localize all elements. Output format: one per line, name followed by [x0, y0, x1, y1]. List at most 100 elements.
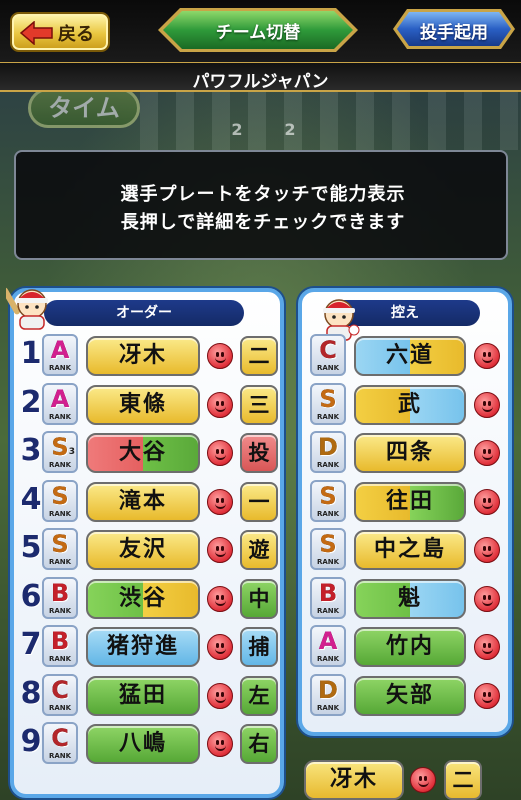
player-name: 矢部	[385, 682, 434, 708]
player-plate[interactable]: 滝本	[86, 481, 200, 522]
condition-face-icon	[207, 488, 233, 515]
rank-letter: S	[51, 481, 69, 510]
rank-label: RANK	[316, 412, 340, 421]
rank-letter: S	[319, 481, 337, 510]
score-left: 2	[231, 120, 243, 139]
rank-badge: D RANK	[310, 673, 346, 716]
player-plate[interactable]: 大谷	[86, 433, 200, 473]
rank-label: RANK	[316, 364, 340, 372]
condition-face-icon	[474, 537, 500, 563]
rank-badge: S RANK	[310, 382, 346, 425]
condition-face-icon	[474, 488, 500, 515]
team-switch-label: チーム切替	[215, 23, 301, 43]
rank-label: RANK	[48, 703, 72, 712]
batting-order-number: 6	[20, 578, 42, 614]
player-name: 四条	[385, 440, 434, 465]
player-plate[interactable]: 友沢	[86, 530, 200, 570]
player-name: 中之島	[373, 537, 446, 562]
condition-face-icon	[207, 537, 233, 563]
player-plate[interactable]: 八嶋	[86, 724, 200, 764]
fielding-position[interactable]: 左	[240, 675, 278, 716]
player-plate[interactable]: 渋谷	[86, 578, 200, 619]
fielding-position[interactable]: 遊	[240, 530, 278, 570]
rank-letter: C	[51, 724, 69, 752]
player-name: 竹内	[385, 634, 434, 659]
stadium-stands	[140, 92, 520, 150]
rank-label: RANK	[48, 558, 72, 566]
player-plate[interactable]: 猛田	[86, 675, 200, 716]
player-plate[interactable]: 猪狩進	[86, 627, 200, 667]
player-plate[interactable]: 東條	[86, 384, 200, 425]
fielding-position[interactable]: 投	[240, 433, 278, 473]
rank-badge: C RANK	[42, 673, 78, 716]
rank-label: RANK	[48, 364, 72, 372]
pitcher-change-label: 投手起用	[420, 23, 488, 43]
fielding-position[interactable]: 三	[240, 384, 278, 425]
player-name: 滝本	[118, 488, 167, 514]
rank-label: RANK	[48, 412, 72, 421]
rank-badge: A RANK	[310, 625, 346, 667]
player-name: 冴木	[118, 343, 167, 368]
batting-order-number: 8	[20, 675, 42, 711]
fielding-position[interactable]: 二	[240, 336, 278, 376]
rank-label: RANK	[48, 655, 72, 663]
rank-badge: S RANK	[310, 479, 346, 522]
player-name: 六道	[385, 343, 434, 368]
rank-badge: S RANK	[310, 528, 346, 570]
peek-plate[interactable]: 冴木	[304, 760, 404, 800]
help-tooltip: 選手プレートをタッチで能力表示 長押しで詳細をチェックできます	[14, 150, 508, 260]
player-plate[interactable]: 冴木	[86, 336, 200, 376]
player-plate[interactable]: 四条	[354, 433, 466, 473]
time-button-behind: タイム	[28, 88, 140, 128]
rank-letter: C	[319, 336, 337, 364]
tooltip-line-1: 選手プレートをタッチで能力表示	[120, 184, 406, 205]
fielding-position[interactable]: 捕	[240, 627, 278, 667]
rank-badge: A RANK	[42, 334, 78, 376]
peek-position[interactable]: 二	[444, 760, 482, 800]
fielding-position[interactable]: 右	[240, 724, 278, 764]
pitcher-change-button[interactable]: 投手起用	[393, 8, 515, 50]
player-name: 魁	[397, 585, 422, 611]
rank-badge: S RANK	[42, 528, 78, 570]
batting-order-number: 2	[20, 384, 42, 420]
batting-order-number: 5	[20, 530, 42, 565]
player-plate[interactable]: 矢部	[354, 675, 466, 716]
rank-letter: A	[318, 627, 338, 655]
batting-order-number: 4	[20, 481, 42, 517]
fielding-position[interactable]: 一	[240, 481, 278, 522]
condition-face-icon	[207, 731, 233, 757]
rank-letter: A	[50, 384, 70, 413]
team-name-bar: パワフルジャパン	[0, 62, 521, 92]
rank-badge: A RANK	[42, 382, 78, 425]
player-plate[interactable]: 中之島	[354, 530, 466, 570]
batting-order-number: 9	[20, 724, 42, 759]
player-plate[interactable]: 往田	[354, 481, 466, 522]
rank-letter: S	[319, 384, 337, 413]
condition-face-icon	[474, 391, 500, 418]
fielding-position[interactable]: 中	[240, 578, 278, 619]
rank-badge: S RANK	[42, 479, 78, 522]
player-plate[interactable]: 魁	[354, 578, 466, 619]
condition-face-icon	[207, 343, 233, 369]
player-plate[interactable]: 六道	[354, 336, 466, 376]
rank-letter: D	[318, 675, 338, 704]
condition-face-icon	[474, 682, 500, 709]
arrow-left-icon	[20, 21, 53, 45]
player-plate[interactable]: 竹内	[354, 627, 466, 667]
player-name: 大谷	[118, 440, 167, 465]
rank-letter: B	[50, 578, 70, 607]
back-button[interactable]: 戻る	[10, 12, 110, 52]
rank-badge: B RANK	[310, 576, 346, 619]
rank-letter: B	[50, 627, 70, 655]
batting-order-number: 7	[20, 627, 42, 662]
condition-face-icon	[207, 585, 233, 612]
player-plate[interactable]: 武	[354, 384, 466, 425]
rank-label: RANK	[316, 461, 340, 469]
rank-letter: S	[51, 530, 69, 558]
team-switch-button[interactable]: チーム切替	[158, 6, 358, 54]
rank-superscript: 3	[68, 447, 75, 457]
condition-face-icon	[474, 634, 500, 660]
score-right: 2	[284, 120, 296, 139]
player-name: 猪狩進	[106, 634, 179, 659]
rank-label: RANK	[316, 558, 340, 566]
